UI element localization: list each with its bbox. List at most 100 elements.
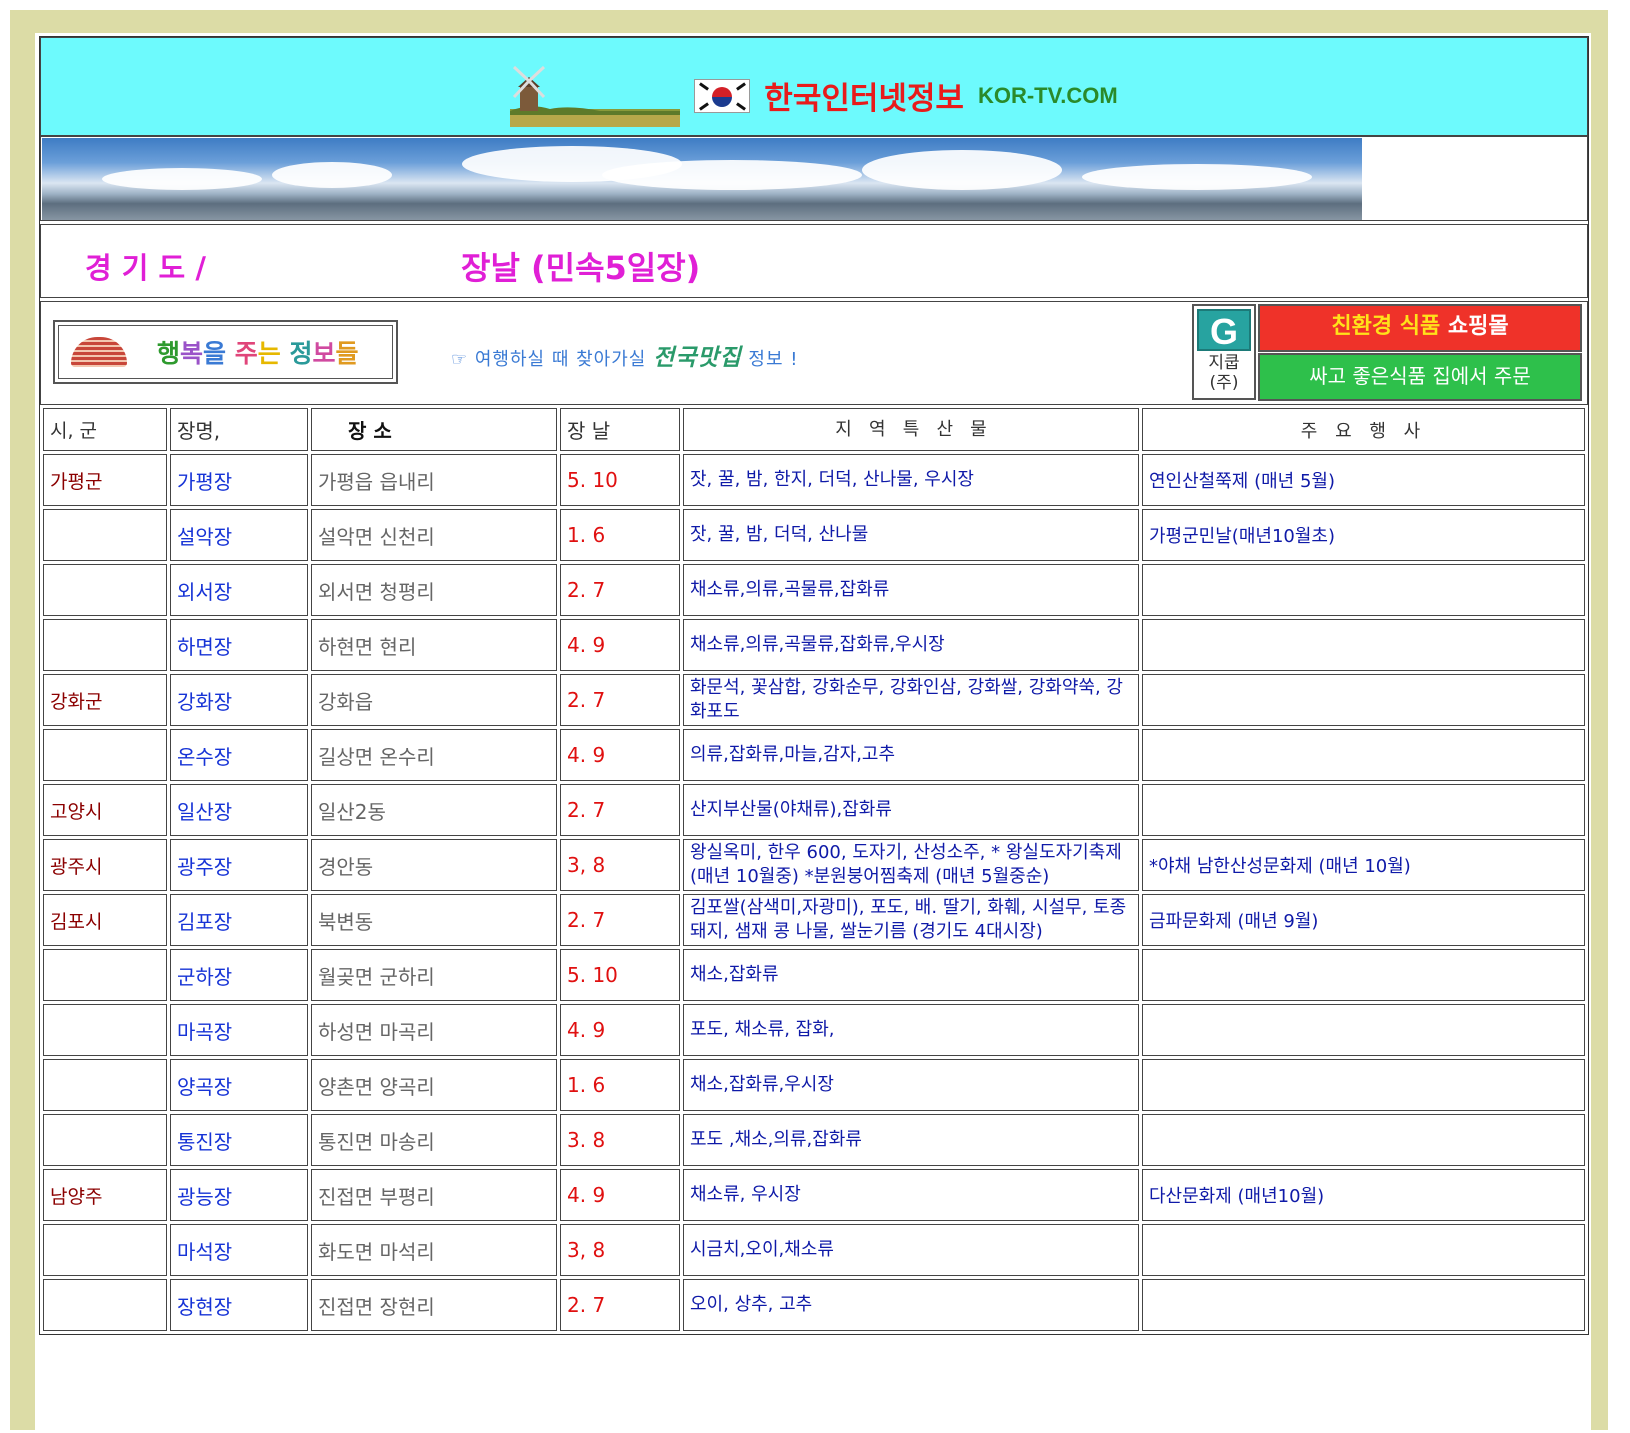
market-day-cell: 3, 8 bbox=[560, 1224, 680, 1276]
col-header-name: 장명, bbox=[170, 408, 308, 451]
products-cell: 왕실옥미, 한우 600, 도자기, 산성소주, * 왕실도자기축제 (매년 1… bbox=[683, 839, 1139, 891]
market-name-cell: 장현장 bbox=[170, 1279, 308, 1331]
market-table: 시, 군 장명, 장 소 장 날 지 역 특 산 물 주 요 행 사 가평군가평… bbox=[40, 405, 1588, 1334]
site-domain[interactable]: KOR-TV.COM bbox=[978, 83, 1118, 109]
market-day-cell: 2. 7 bbox=[560, 674, 680, 726]
products-cell: 포도 ,채소,의류,잡화류 bbox=[683, 1114, 1139, 1166]
products-cell: 화문석, 꽃삼합, 강화순무, 강화인삼, 강화쌀, 강화약쑥, 강화포도 bbox=[683, 674, 1139, 726]
event-cell bbox=[1142, 1114, 1585, 1166]
market-name-cell: 외서장 bbox=[170, 564, 308, 616]
table-row: 통진장 통진면 마송리 3. 8 포도 ,채소,의류,잡화류 bbox=[43, 1114, 1585, 1166]
products-cell: 김포쌀(삼색미,자광미), 포도, 배. 딸기, 화훼, 시설무, 토종돼지, … bbox=[683, 894, 1139, 946]
order-food-button[interactable]: 싸고 좋은식품 집에서 주문 bbox=[1258, 353, 1582, 401]
products-cell: 오이, 상추, 고추 bbox=[683, 1279, 1139, 1331]
city-cell bbox=[43, 1114, 167, 1166]
market-name-cell: 강화장 bbox=[170, 674, 308, 726]
market-name-cell: 일산장 bbox=[170, 784, 308, 836]
market-day-cell: 2. 7 bbox=[560, 564, 680, 616]
table-row: 양곡장 양촌면 양곡리 1. 6 채소,잡화류,우시장 bbox=[43, 1059, 1585, 1111]
company-logo[interactable]: G 지쿱 (주) bbox=[1192, 304, 1256, 400]
table-row: 군하장 월곶면 군하리 5. 10 채소,잡화류 bbox=[43, 949, 1585, 1001]
event-cell: *야채 남한산성문화제 (매년 10월) bbox=[1142, 839, 1585, 891]
city-cell bbox=[43, 619, 167, 671]
products-cell: 채소,잡화류 bbox=[683, 949, 1139, 1001]
products-cell: 채소,잡화류,우시장 bbox=[683, 1059, 1139, 1111]
products-cell: 산지부산물(야채류),잡화류 bbox=[683, 784, 1139, 836]
market-name-cell: 양곡장 bbox=[170, 1059, 308, 1111]
table-row: 온수장 길상면 온수리 4. 9 의류,잡화류,마늘,감자,고추 bbox=[43, 729, 1585, 781]
city-cell: 고양시 bbox=[43, 784, 167, 836]
content-wrapper: 한국인터넷정보 KOR-TV.COM 경 기 도 / 장날 (민속5일장) 행복… bbox=[39, 36, 1589, 1335]
market-name-cell: 군하장 bbox=[170, 949, 308, 1001]
market-name-cell: 통진장 bbox=[170, 1114, 308, 1166]
event-cell: 가평군민날(매년10월초) bbox=[1142, 509, 1585, 561]
place-cell: 하성면 마곡리 bbox=[311, 1004, 557, 1056]
info-bar: 행복을 주는 정보들 ☞ 여행하실 때 찾아가실 전국맛집 정보 ! G 지쿱(… bbox=[40, 301, 1588, 405]
city-cell bbox=[43, 729, 167, 781]
event-cell bbox=[1142, 1059, 1585, 1111]
event-cell bbox=[1142, 784, 1585, 836]
event-cell bbox=[1142, 674, 1585, 726]
market-name-cell: 온수장 bbox=[170, 729, 308, 781]
province-label: 경 기 도 / bbox=[85, 251, 206, 285]
place-cell: 강화읍 bbox=[311, 674, 557, 726]
site-title[interactable]: 한국인터넷정보 bbox=[764, 73, 964, 118]
table-row: 남양주 광능장 진접면 부평리 4. 9 채소류, 우시장 다산문화제 (매년10월) bbox=[43, 1169, 1585, 1221]
event-cell bbox=[1142, 1004, 1585, 1056]
region-bar: 경 기 도 / 장날 (민속5일장) bbox=[40, 224, 1588, 298]
city-cell bbox=[43, 1004, 167, 1056]
place-cell: 진접면 부평리 bbox=[311, 1169, 557, 1221]
market-day-cell: 4. 9 bbox=[560, 729, 680, 781]
city-cell: 광주시 bbox=[43, 839, 167, 891]
city-cell bbox=[43, 949, 167, 1001]
table-row: 강화군 강화장 강화읍 2. 7 화문석, 꽃삼합, 강화순무, 강화인삼, 강화쌀, … bbox=[43, 674, 1585, 726]
market-day-cell: 4. 9 bbox=[560, 1004, 680, 1056]
place-cell: 길상면 온수리 bbox=[311, 729, 557, 781]
table-row: 마곡장 하성면 마곡리 4. 9 포도, 채소류, 잡화, bbox=[43, 1004, 1585, 1056]
place-cell: 화도면 마석리 bbox=[311, 1224, 557, 1276]
windmill-icon bbox=[510, 65, 681, 127]
sunrise-icon bbox=[71, 337, 127, 367]
place-cell: 양촌면 양곡리 bbox=[311, 1059, 557, 1111]
products-cell: 의류,잡화류,마늘,감자,고추 bbox=[683, 729, 1139, 781]
city-cell: 가평군 bbox=[43, 454, 167, 506]
table-row: 하면장 하현면 현리 4. 9 채소류,의류,곡물류,잡화류,우시장 bbox=[43, 619, 1585, 671]
market-day-cell: 2. 7 bbox=[560, 784, 680, 836]
table-row: 광주시 광주장 경안동 3, 8 왕실옥미, 한우 600, 도자기, 산성소주, * … bbox=[43, 839, 1585, 891]
place-cell: 가평읍 읍내리 bbox=[311, 454, 557, 506]
market-day-cell: 5. 10 bbox=[560, 949, 680, 1001]
event-cell bbox=[1142, 1279, 1585, 1331]
landscape-image bbox=[42, 138, 1362, 220]
market-day-cell: 2. 7 bbox=[560, 1279, 680, 1331]
happy-info-button[interactable]: 행복을 주는 정보들 bbox=[53, 320, 398, 384]
market-name-cell: 하면장 bbox=[170, 619, 308, 671]
products-cell: 시금치,오이,채소류 bbox=[683, 1224, 1139, 1276]
city-cell bbox=[43, 1059, 167, 1111]
col-header-city: 시, 군 bbox=[43, 408, 167, 451]
event-cell: 연인산철쭉제 (매년 5월) bbox=[1142, 454, 1585, 506]
place-cell: 설악면 신천리 bbox=[311, 509, 557, 561]
eco-food-shop-button[interactable]: 친환경 식품 쇼핑몰 bbox=[1258, 304, 1582, 352]
korea-flag-icon bbox=[694, 78, 751, 113]
table-header-row: 시, 군 장명, 장 소 장 날 지 역 특 산 물 주 요 행 사 bbox=[43, 408, 1585, 451]
market-name-cell: 마석장 bbox=[170, 1224, 308, 1276]
market-day-cell: 4. 9 bbox=[560, 619, 680, 671]
table-row: 김포시 김포장 북변동 2. 7 김포쌀(삼색미,자광미), 포도, 배. 딸기, 화훼… bbox=[43, 894, 1585, 946]
col-header-place: 장 소 bbox=[311, 408, 557, 451]
city-cell bbox=[43, 1279, 167, 1331]
market-day-cell: 5. 10 bbox=[560, 454, 680, 506]
company-name: 지쿱 (주) bbox=[1208, 353, 1240, 393]
place-cell: 진접면 장현리 bbox=[311, 1279, 557, 1331]
market-day-cell: 3. 8 bbox=[560, 1114, 680, 1166]
event-cell bbox=[1142, 729, 1585, 781]
col-header-day: 장 날 bbox=[560, 408, 680, 451]
event-cell: 금파문화제 (매년 9월) bbox=[1142, 894, 1585, 946]
products-cell: 포도, 채소류, 잡화, bbox=[683, 1004, 1139, 1056]
market-day-cell: 2. 7 bbox=[560, 894, 680, 946]
tour-link[interactable]: ☞ 여행하실 때 찾아가실 전국맛집 정보 ! bbox=[451, 338, 798, 372]
place-cell: 월곶면 군하리 bbox=[311, 949, 557, 1001]
market-name-cell: 마곡장 bbox=[170, 1004, 308, 1056]
city-cell bbox=[43, 1224, 167, 1276]
products-cell: 채소류,의류,곡물류,잡화류 bbox=[683, 564, 1139, 616]
city-cell: 강화군 bbox=[43, 674, 167, 726]
